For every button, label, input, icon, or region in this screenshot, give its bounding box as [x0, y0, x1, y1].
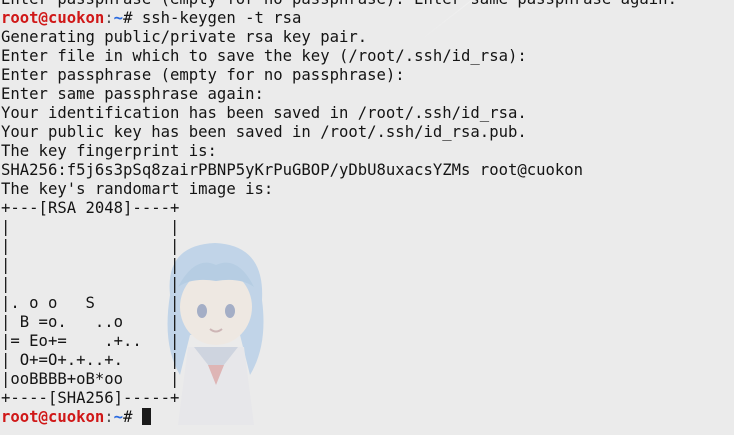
output-line: |= Eo+= .+.. |: [1, 332, 180, 350]
output-line: | |: [1, 218, 180, 236]
output-line: Enter passphrase (empty for no passphras…: [1, 0, 734, 9]
output-line: | |: [1, 275, 180, 293]
prompt-colon: :: [104, 408, 114, 426]
output-line: SHA256:f5j6s3pSq8zairPBNP5yKrPuGBOP/yDbU…: [1, 161, 584, 179]
output-line: Your public key has been saved in /root/…: [1, 123, 527, 141]
output-line: The key's randomart image is:: [1, 180, 274, 198]
output-line: | B =o. ..o |: [1, 313, 180, 331]
terminal-output: Enter passphrase (empty for no passphras…: [1, 0, 734, 429]
output-line: | |: [1, 256, 180, 274]
prompt-symbol: #: [123, 408, 142, 426]
output-line: Enter file in which to save the key (/ro…: [1, 47, 527, 65]
output-line: |ooBBBB+oB*oo |: [1, 370, 180, 388]
output-line: The key fingerprint is:: [1, 142, 217, 160]
output-line: +---[RSA 2048]----+: [1, 199, 180, 217]
prompt-symbol: #: [123, 9, 142, 27]
output-line: Your identification has been saved in /r…: [1, 104, 527, 122]
prompt-colon: :: [104, 9, 114, 27]
active-prompt-line: root@cuokon:~#: [1, 408, 734, 427]
prompt-path: ~: [113, 9, 124, 27]
command-prompt-line: root@cuokon:~# ssh-keygen -t rsa: [1, 9, 734, 28]
output-line: | O+=O+.+..+. |: [1, 351, 180, 369]
output-line: | |: [1, 237, 180, 255]
output-line: Enter passphrase (empty for no passphras…: [1, 66, 405, 84]
output-line: Generating public/private rsa key pair.: [1, 28, 368, 46]
output-line: Enter same passphrase again:: [1, 85, 264, 103]
prompt-user: root@cuokon: [1, 9, 105, 27]
output-line: |. o o S |: [1, 294, 180, 312]
output-line: +----[SHA256]-----+: [1, 389, 180, 407]
prompt-path: ~: [113, 408, 124, 426]
command-text: ssh-keygen -t rsa: [141, 9, 302, 27]
terminal-cursor[interactable]: [141, 408, 151, 425]
prompt-user: root@cuokon: [1, 408, 105, 426]
